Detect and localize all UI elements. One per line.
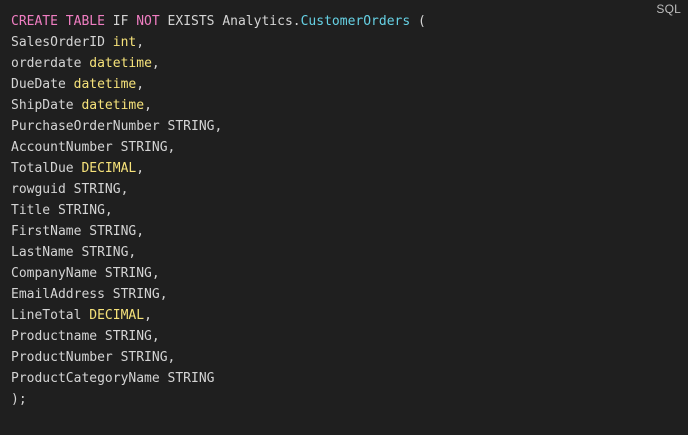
code-line: ProductCategoryName STRING bbox=[11, 368, 426, 389]
code-text: , bbox=[151, 56, 160, 71]
code-text: LastName STRING, bbox=[11, 245, 137, 260]
code-text: ( bbox=[410, 14, 426, 29]
language-label: SQL bbox=[656, 2, 681, 16]
code-content: CREATE TABLE IF NOT EXISTS Analytics.Cus… bbox=[11, 11, 426, 410]
code-line: LastName STRING, bbox=[11, 242, 426, 263]
code-line: DueDate datetime, bbox=[11, 74, 426, 95]
code-line: TotalDue DECIMAL, bbox=[11, 158, 426, 179]
code-text: ShipDate bbox=[11, 98, 82, 113]
sql-type: datetime bbox=[73, 77, 137, 92]
code-text: , bbox=[136, 161, 145, 176]
code-line: AccountNumber STRING, bbox=[11, 137, 426, 158]
code-line: SalesOrderID int, bbox=[11, 32, 426, 53]
code-line: ProductNumber STRING, bbox=[11, 347, 426, 368]
code-text: FirstName STRING, bbox=[11, 224, 145, 239]
code-line: PurchaseOrderNumber STRING, bbox=[11, 116, 426, 137]
code-text: , bbox=[136, 35, 145, 50]
code-text: Title STRING, bbox=[11, 203, 113, 218]
code-line: EmailAddress STRING, bbox=[11, 284, 426, 305]
code-text: DueDate bbox=[11, 77, 74, 92]
code-text: TotalDue bbox=[11, 161, 82, 176]
code-line: CREATE TABLE IF NOT EXISTS Analytics.Cus… bbox=[11, 11, 426, 32]
code-text: AccountNumber STRING, bbox=[11, 140, 176, 155]
code-line: FirstName STRING, bbox=[11, 221, 426, 242]
code-text: orderdate bbox=[11, 56, 90, 71]
code-line: rowguid STRING, bbox=[11, 179, 426, 200]
sql-type: datetime bbox=[89, 56, 152, 71]
code-line: ); bbox=[11, 389, 426, 410]
code-line: Productname STRING, bbox=[11, 326, 426, 347]
code-text: , bbox=[144, 98, 152, 113]
code-text: PurchaseOrderNumber STRING, bbox=[11, 119, 223, 134]
code-text: EXISTS Analytics. bbox=[159, 14, 301, 29]
code-line: ShipDate datetime, bbox=[11, 95, 426, 116]
code-text: , bbox=[144, 308, 152, 323]
sql-type: int bbox=[112, 35, 137, 50]
code-text: rowguid STRING, bbox=[11, 182, 129, 197]
code-text: ProductNumber STRING, bbox=[11, 350, 176, 365]
code-text: ); bbox=[11, 392, 27, 407]
table-identifier: CustomerOrders bbox=[300, 14, 411, 29]
sql-keyword: CREATE TABLE bbox=[11, 14, 105, 29]
code-text: SalesOrderID bbox=[11, 35, 113, 50]
code-text: CompanyName STRING, bbox=[11, 266, 160, 281]
sql-type: datetime bbox=[81, 98, 145, 113]
code-text: IF bbox=[104, 14, 137, 29]
code-text: Productname STRING, bbox=[11, 329, 160, 344]
code-text: , bbox=[136, 77, 145, 92]
code-line: CompanyName STRING, bbox=[11, 263, 426, 284]
code-line: LineTotal DECIMAL, bbox=[11, 305, 426, 326]
code-text: EmailAddress STRING, bbox=[11, 287, 168, 302]
code-line: Title STRING, bbox=[11, 200, 426, 221]
code-line: orderdate datetime, bbox=[11, 53, 426, 74]
sql-code-block: SQL CREATE TABLE IF NOT EXISTS Analytics… bbox=[0, 0, 688, 435]
sql-keyword: NOT bbox=[136, 14, 160, 29]
code-text: ProductCategoryName STRING bbox=[11, 371, 215, 386]
code-text: LineTotal bbox=[11, 308, 90, 323]
sql-type: DECIMAL bbox=[81, 161, 137, 176]
sql-type: DECIMAL bbox=[89, 308, 145, 323]
